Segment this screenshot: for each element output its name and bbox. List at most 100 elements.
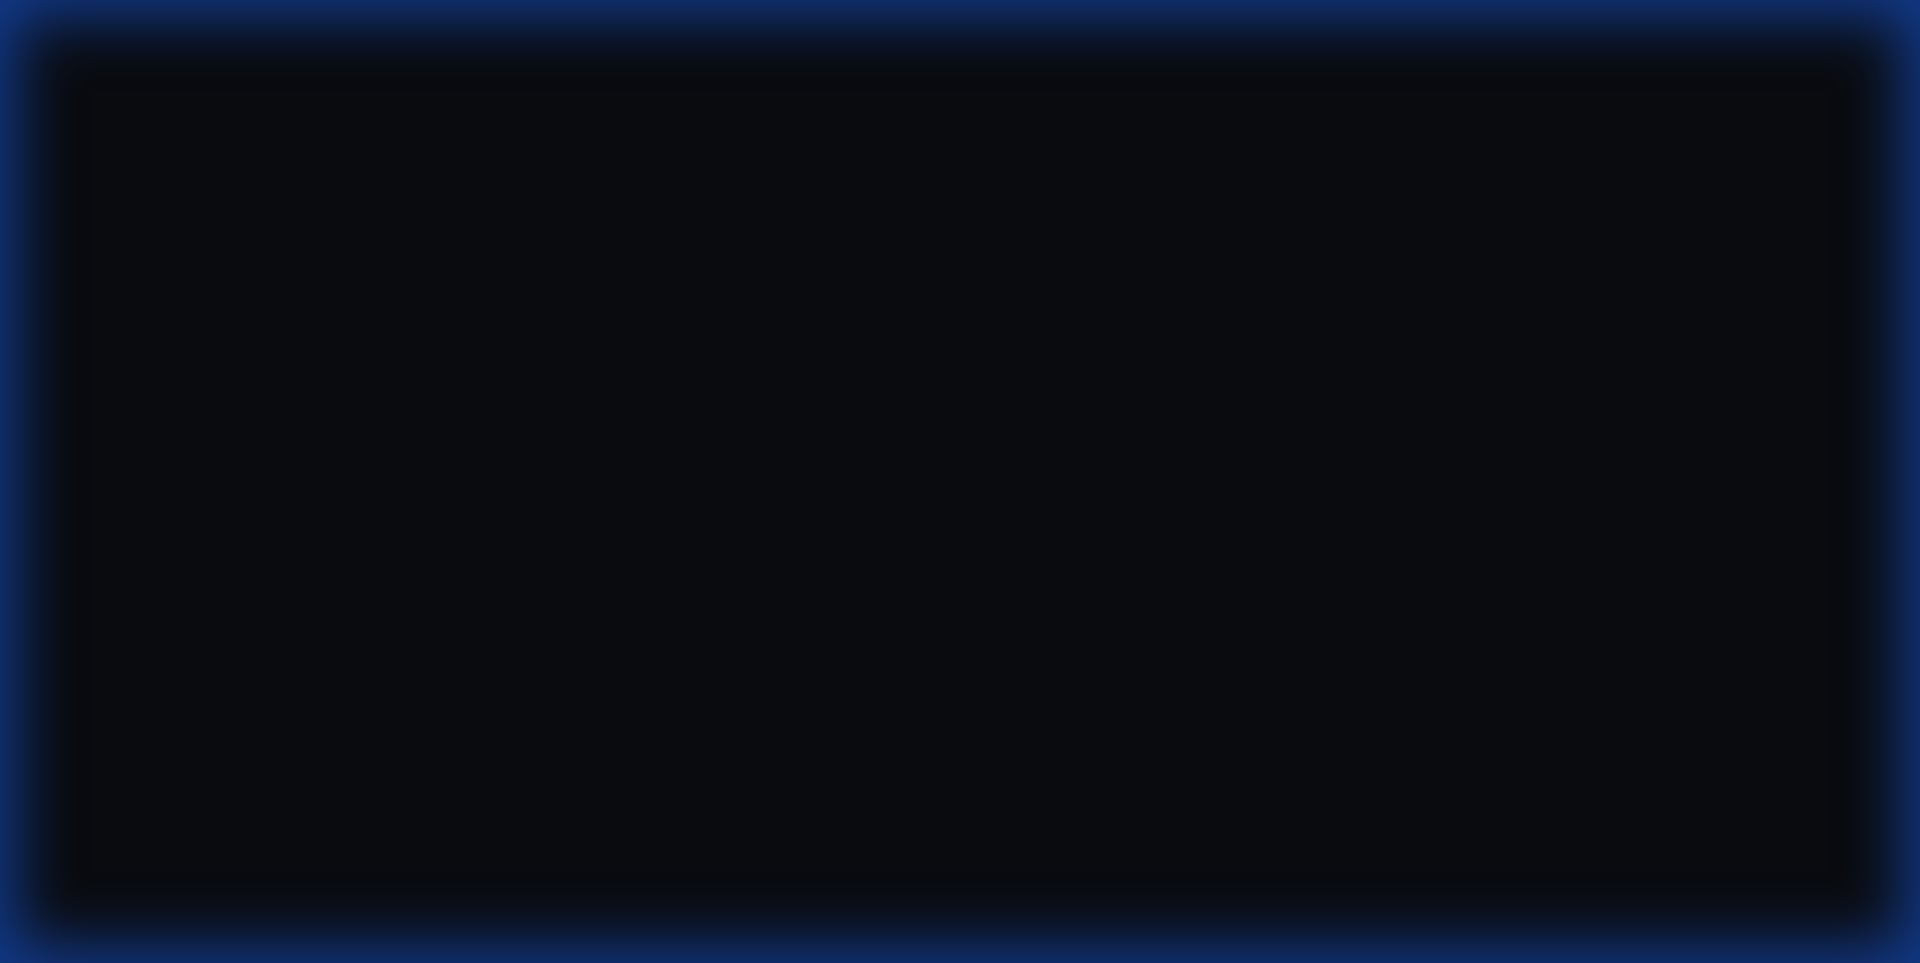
comments-icon [38, 513, 53, 527]
cloud-upload-icon [620, 677, 655, 701]
main-title-label: TÍTULO PRINCIPAL [940, 93, 1071, 108]
text-paragraph: A Z+ Academia nasceu com o propósito de … [368, 245, 1461, 278]
info-circle-icon [38, 312, 53, 328]
sidebar-item-label: Colaboradores & Logs [70, 812, 219, 828]
sidebar-item-label: FAQ [70, 712, 97, 728]
subtitle-label: SUBTÍTULO SUPERIOR [351, 93, 510, 108]
stat-value-text: 24H [957, 484, 985, 500]
stats-label: ESTATÍSTICAS / INDICADORES (OPCIONAL) [940, 442, 1243, 457]
play-square-icon [38, 563, 53, 577]
stat-value-input[interactable]: 24H [940, 470, 1108, 514]
logo-letter: Z [20, 34, 37, 60]
stat-value-input[interactable]: 365 [940, 582, 1108, 626]
subtitle-input-value: Quem Somos [368, 134, 459, 150]
sidebar-item-colaboradores[interactable]: Colaboradores & Logs [20, 798, 250, 842]
scroll-up-arrow-icon[interactable] [1497, 238, 1505, 243]
text-paragraph: Com funcionamento 24 horas por dia, 7 di… [368, 335, 1463, 368]
image-icon [37, 262, 54, 278]
stat-description-text: Portas abertas todos os dias. [957, 649, 1153, 665]
stat-title-text: Funcionamento [1135, 484, 1239, 500]
sidebar-item-configuracoes[interactable]: Configurações Gerais [20, 148, 250, 192]
sidebar-item-botoes[interactable]: Botões & Links [20, 548, 250, 592]
sidebar-item-label: Diferenciais [70, 362, 150, 378]
palette-icon [38, 212, 53, 228]
sidebar-item-planos[interactable]: Planos de Treino [20, 398, 250, 442]
logo-plus: + [43, 34, 63, 60]
image-logo-text: Z+ [392, 520, 419, 540]
logout-label: Sair do Sistema [63, 898, 183, 914]
image-ct-text: C.T. [397, 540, 413, 549]
sidebar-item-label: Identidade Visual [70, 212, 187, 228]
image-tagline-text: SEU ESTO GLOBAL [382, 585, 429, 591]
users-scan-icon [37, 761, 54, 779]
chart-line-icon [37, 113, 53, 128]
images-icon [37, 462, 54, 477]
save-icon [374, 835, 387, 847]
scroll-down-arrow-icon[interactable] [1497, 372, 1505, 377]
sidebar-item-dashboard[interactable]: Dashboard [20, 98, 250, 142]
sidebar-item-label: Blog Oficial [70, 662, 147, 678]
stat-value-text: 365 [957, 596, 983, 612]
replace-image-dropzone[interactable]: Substituir Imagem [351, 635, 920, 774]
save-button-label: SALVAR BLOCO SOBRE [396, 833, 567, 849]
save-about-button[interactable]: SALVAR BLOCO SOBRE [351, 820, 589, 862]
subtitle-input[interactable]: Quem Somos [351, 120, 920, 164]
text-paragraph: Aqui, disciplina, estrutura e motivação … [368, 389, 1050, 400]
sidebar-item-hero[interactable]: Hero Section [20, 248, 250, 292]
sidebar-item-label: Galeria da Estrutura [70, 462, 207, 478]
sidebar-divider [20, 864, 260, 865]
sidebar-item-label: Depoimentos [70, 512, 160, 528]
sidebar-item-label: Botões & Links [70, 562, 171, 578]
sidebar-item-depoimentos[interactable]: Depoimentos [20, 498, 250, 542]
sidebar-item-label: SEO & Metadata [70, 612, 181, 628]
text-paragraph: Especializada em musculação, a academia … [368, 299, 1391, 314]
sidebar-item-label: Planos de Treino [70, 412, 180, 428]
sidebar-item-leads[interactable]: Leads Recebidos [20, 748, 250, 792]
sign-out-icon [38, 899, 53, 913]
stat-description-input[interactable]: Treine a qualquer hora do dia ou da noit… [940, 523, 1509, 567]
tags-icon [38, 413, 54, 427]
sidebar-item-label: Hero Section [70, 262, 157, 278]
stat-description-text: Treine a qualquer hora do dia ou da noit… [957, 537, 1241, 553]
globe-icon [37, 612, 54, 628]
sliders-icon [38, 162, 53, 178]
page-title: Institucional [351, 27, 471, 47]
textarea-scrollbar[interactable] [1492, 232, 1508, 399]
sidebar-item-label: Leads Recebidos [70, 762, 183, 778]
sidebar-item-label: Sobre a Academia [70, 312, 208, 328]
institutional-text-content: A Z+ Academia nasceu com o propósito de … [368, 244, 1468, 400]
main-title-input[interactable]: Muito mais que uma academia. [940, 120, 1509, 164]
sidebar-item-blog[interactable]: Blog Oficial [20, 648, 250, 692]
stat-description-input[interactable]: Portas abertas todos os dias. [940, 635, 1509, 679]
logout-button[interactable]: Sair do Sistema [37, 898, 183, 914]
sidebar-item-identidade[interactable]: Identidade Visual [20, 198, 250, 242]
brand-logo[interactable]: Z + ACADEMIA [20, 34, 203, 60]
logo-text: ACADEMIA [70, 34, 203, 60]
stat-title-input[interactable]: Funcionamento [1118, 470, 1509, 514]
sidebar-item-label: Configurações Gerais [70, 162, 215, 178]
sidebar-nav: Dashboard Configurações Gerais Identidad… [20, 98, 250, 848]
scroll-thumb[interactable] [1496, 250, 1506, 355]
sidebar-item-faq[interactable]: FAQ [20, 698, 250, 742]
sidebar-item-seo[interactable]: SEO & Metadata [20, 598, 250, 642]
stat-title-text: Dias do Ano [1135, 596, 1216, 612]
sidebar-scrollbar[interactable] [255, 100, 259, 808]
side-image-label: IMAGEM LATERAL DO BLOCO [351, 442, 557, 457]
feather-icon [38, 663, 53, 677]
institutional-text-area[interactable]: A Z+ Academia nasceu com o propósito de … [351, 231, 1509, 400]
user-gear-icon [37, 813, 54, 828]
dumbbell-icon [38, 365, 53, 375]
sidebar: Z + ACADEMIA Dashboard Configurações Ger… [0, 0, 280, 963]
sidebar-item-label: Dashboard [70, 112, 144, 128]
stat-title-input[interactable]: Dias do Ano [1118, 582, 1509, 626]
side-image-preview: Z+ C.T. SEU ESTO GLOBAL [351, 470, 457, 618]
replace-image-label: Substituir Imagem [573, 713, 698, 729]
question-circle-icon [38, 712, 53, 728]
main-title-input-value: Muito mais que uma academia. [957, 134, 1170, 150]
sidebar-item-sobre[interactable]: Sobre a Academia [20, 298, 250, 342]
institutional-text-label: TEXTO INSTITUCIONAL COMPLETO [351, 205, 597, 220]
title-divider [351, 65, 1509, 66]
sidebar-item-diferenciais[interactable]: Diferenciais [20, 348, 250, 392]
gym-logo-image: Z+ C.T. SEU ESTO GLOBAL [375, 499, 435, 591]
sidebar-item-galeria[interactable]: Galeria da Estrutura [20, 448, 250, 492]
